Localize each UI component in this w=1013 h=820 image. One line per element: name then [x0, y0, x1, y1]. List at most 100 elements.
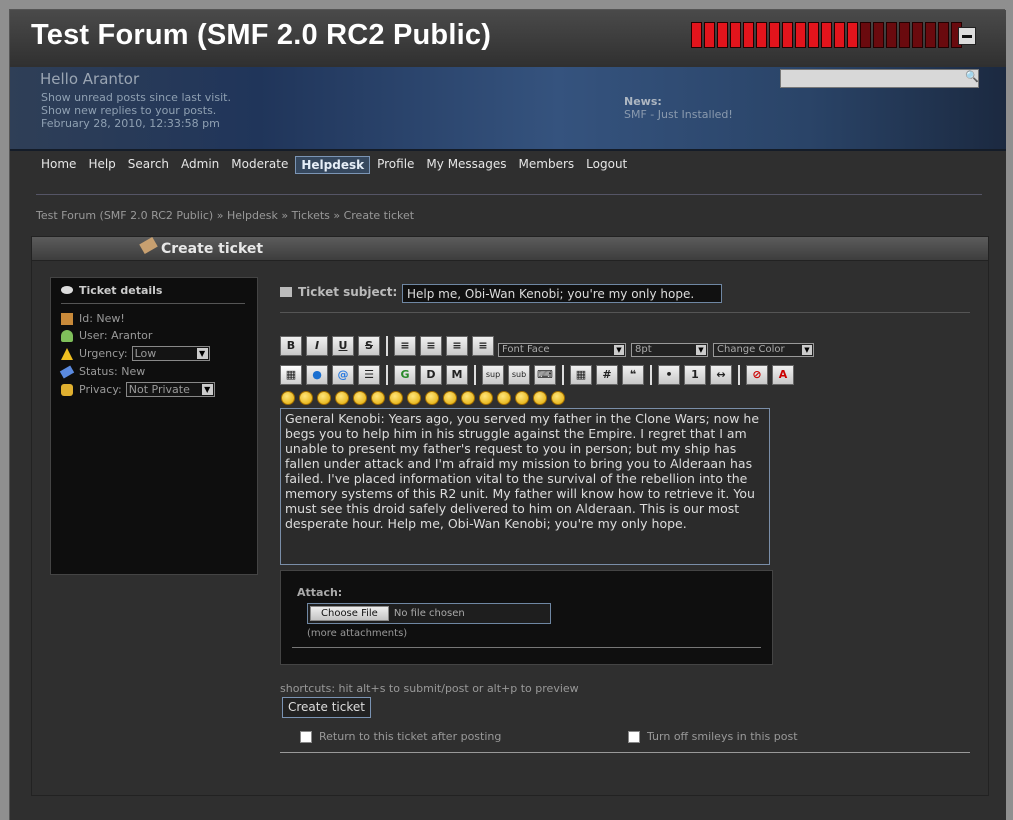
smiley-icon[interactable] — [299, 391, 313, 405]
superscript-button[interactable]: sup — [482, 365, 504, 385]
horizontal-rule-icon[interactable]: ↔ — [710, 365, 732, 385]
menu-item-home[interactable]: Home — [36, 156, 81, 174]
italic-button[interactable]: I — [306, 336, 328, 356]
smiley-icon[interactable] — [497, 391, 511, 405]
marquee-button[interactable]: M — [446, 365, 468, 385]
align-left-icon[interactable]: ≡ — [394, 336, 416, 356]
minus-icon — [962, 34, 972, 38]
tag-icon — [59, 365, 75, 378]
menu-item-profile[interactable]: Profile — [372, 156, 419, 174]
subscript-button[interactable]: sub — [508, 365, 530, 385]
globe-link-icon[interactable]: ● — [306, 365, 328, 385]
file-status: No file chosen — [393, 608, 465, 619]
message-textarea[interactable]: General Kenobi: Years ago, you served my… — [280, 408, 770, 565]
smiley-icon[interactable] — [281, 391, 295, 405]
image-icon[interactable]: ▦ — [280, 365, 302, 385]
create-ticket-button[interactable]: Create ticket — [282, 697, 371, 718]
font-size-select[interactable]: 8pt ▼ — [631, 343, 708, 357]
disable-smileys-option[interactable]: Turn off smileys in this post — [628, 730, 798, 743]
smiley-icon[interactable] — [551, 391, 565, 405]
file-input[interactable]: Choose File No file chosen — [307, 603, 551, 624]
smiley-icon[interactable] — [479, 391, 493, 405]
menu-item-search[interactable]: Search — [123, 156, 174, 174]
news-label: News: — [624, 95, 662, 108]
email-link-icon[interactable]: @ — [332, 365, 354, 385]
ticket-urgency: Urgency: Low ▼ — [61, 346, 210, 361]
meter-segment — [860, 22, 871, 48]
underline-button[interactable]: U — [332, 336, 354, 356]
meter-segment — [938, 22, 949, 48]
smiley-icon[interactable] — [461, 391, 475, 405]
smiley-icon[interactable] — [353, 391, 367, 405]
privacy-select[interactable]: Not Private ▼ — [125, 382, 215, 397]
bold-button[interactable]: B — [280, 336, 302, 356]
meter-segment — [704, 22, 715, 48]
menu-item-helpdesk[interactable]: Helpdesk — [295, 156, 371, 174]
app-window: Test Forum (SMF 2.0 RC2 Public) Hello Ar… — [9, 9, 1006, 820]
urgency-select[interactable]: Low ▼ — [131, 346, 210, 361]
quote-icon[interactable]: ❝ — [622, 365, 644, 385]
meter-segment — [834, 22, 845, 48]
smiley-icon[interactable] — [335, 391, 349, 405]
menu-item-moderate[interactable]: Moderate — [226, 156, 293, 174]
menu-item-logout[interactable]: Logout — [581, 156, 632, 174]
new-replies-link[interactable]: Show new replies to your posts. — [41, 104, 216, 117]
greeting: Hello Arantor — [40, 70, 140, 88]
smiley-icon[interactable] — [533, 391, 547, 405]
document-icon — [280, 287, 292, 297]
table-icon[interactable]: ▦ — [570, 365, 592, 385]
ftp-link-icon[interactable]: ☰ — [358, 365, 380, 385]
attach-label: Attach: — [297, 586, 343, 599]
forum-title: Test Forum (SMF 2.0 RC2 Public) — [31, 19, 492, 51]
toolbar-divider — [386, 336, 388, 356]
user-banner: Hello Arantor Show unread posts since la… — [10, 67, 1006, 151]
search-icon[interactable]: 🔍 — [965, 70, 979, 83]
menu-item-admin[interactable]: Admin — [176, 156, 224, 174]
numbered-list-icon[interactable]: 1 — [684, 365, 706, 385]
font-color-select[interactable]: Change Color ▼ — [713, 343, 814, 357]
toolbar-divider — [386, 365, 388, 385]
more-attachments-link[interactable]: (more attachments) — [307, 628, 407, 639]
smiley-icon[interactable] — [407, 391, 421, 405]
breadcrumb[interactable]: Test Forum (SMF 2.0 RC2 Public) » Helpde… — [36, 209, 414, 222]
glow-button[interactable]: G — [394, 365, 416, 385]
smiley-icon[interactable] — [443, 391, 457, 405]
search-input[interactable] — [780, 69, 979, 88]
return-to-ticket-option[interactable]: Return to this ticket after posting — [300, 730, 501, 743]
remove-format-icon[interactable]: ⊘ — [746, 365, 768, 385]
shadow-button[interactable]: D — [420, 365, 442, 385]
divider — [36, 194, 982, 195]
meter-segment — [769, 22, 780, 48]
pencil-icon — [139, 236, 158, 255]
meter-segment — [886, 22, 897, 48]
font-face-select[interactable]: Font Face ▼ — [498, 343, 626, 357]
smiley-icon[interactable] — [389, 391, 403, 405]
insert-toolbar: ▦ ● @ ☰ G D M sup sub ⌨ ▦ # ❝ • 1 ↔ ⊘ A — [280, 365, 798, 385]
bullet-list-icon[interactable]: • — [658, 365, 680, 385]
forum-header: Test Forum (SMF 2.0 RC2 Public) — [10, 10, 1006, 67]
collapse-header-button[interactable] — [958, 27, 976, 45]
code-button[interactable]: # — [596, 365, 618, 385]
align-right-icon[interactable]: ≡ — [446, 336, 468, 356]
smiley-icon[interactable] — [515, 391, 529, 405]
smiley-icon[interactable] — [425, 391, 439, 405]
subject-input[interactable] — [402, 284, 722, 303]
menu-item-my-messages[interactable]: My Messages — [421, 156, 511, 174]
return-to-ticket-checkbox[interactable] — [300, 730, 312, 743]
menu-item-help[interactable]: Help — [83, 156, 120, 174]
align-center-icon[interactable]: ≡ — [420, 336, 442, 356]
unread-posts-link[interactable]: Show unread posts since last visit. — [41, 91, 231, 104]
toggle-view-button[interactable]: A — [772, 365, 794, 385]
menu-item-members[interactable]: Members — [514, 156, 580, 174]
smiley-icon[interactable] — [317, 391, 331, 405]
smiley-icon[interactable] — [371, 391, 385, 405]
strikethrough-button[interactable]: S — [358, 336, 380, 356]
page-header: Create ticket — [31, 236, 989, 261]
disable-smileys-checkbox[interactable] — [628, 730, 640, 743]
page-title: Create ticket — [161, 241, 264, 257]
choose-file-button[interactable]: Choose File — [310, 606, 389, 621]
justify-icon[interactable]: ≡ — [472, 336, 494, 356]
shortcuts-hint: shortcuts: hit alt+s to submit/post or a… — [280, 682, 579, 695]
teletype-icon[interactable]: ⌨ — [534, 365, 556, 385]
divider — [292, 647, 761, 648]
